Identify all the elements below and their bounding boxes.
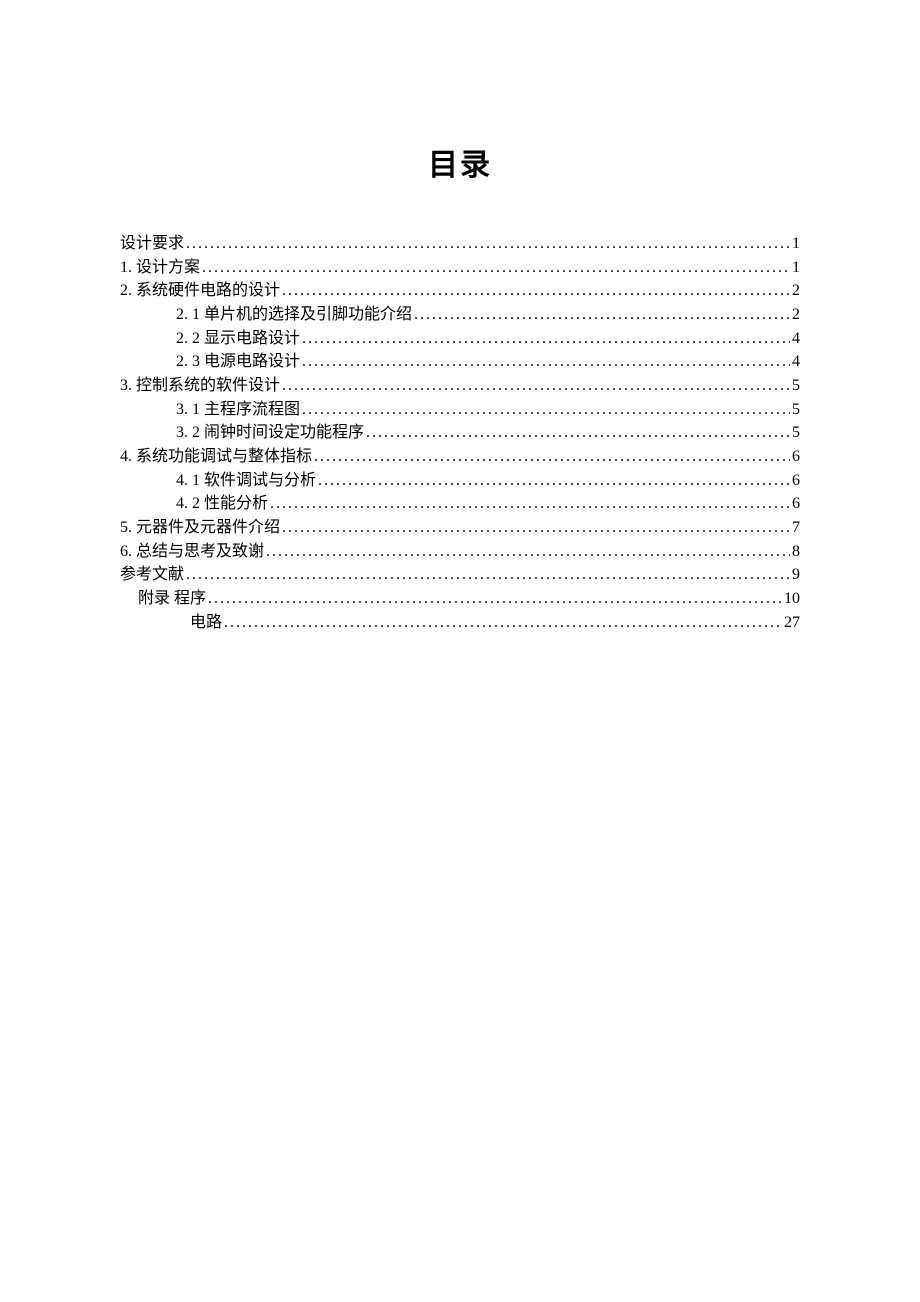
toc-entry: 2. 3 电源电路设计 4 <box>120 350 800 374</box>
toc-entry-label: 2. 2 显示电路设计 <box>176 327 300 351</box>
toc-entry-page: 8 <box>792 540 800 564</box>
toc-entry-label: 电路 <box>190 611 222 635</box>
toc-entry-page: 5 <box>792 398 800 422</box>
toc-leader-dots <box>266 540 790 564</box>
toc-entry-page: 5 <box>792 374 800 398</box>
toc-leader-dots <box>208 587 782 611</box>
toc-leader-dots <box>270 492 790 516</box>
toc-entry-label: 3. 2 闹钟时间设定功能程序 <box>176 421 364 445</box>
toc-entry: 4. 2 性能分析 6 <box>120 492 800 516</box>
toc-entry-page: 7 <box>792 516 800 540</box>
toc-entry: 3. 2 闹钟时间设定功能程序 5 <box>120 421 800 445</box>
toc-leader-dots <box>302 398 790 422</box>
toc-entry-page: 27 <box>784 611 800 635</box>
page-container: 目录 设计要求 11. 设计方案 12. 系统硬件电路的设计 22. 1 单片机… <box>0 0 920 634</box>
toc-entry-page: 1 <box>792 256 800 280</box>
toc-entry-page: 4 <box>792 350 800 374</box>
toc-entry-label: 3. 控制系统的软件设计 <box>120 374 280 398</box>
toc-entry-label: 2. 系统硬件电路的设计 <box>120 279 280 303</box>
toc-list: 设计要求 11. 设计方案 12. 系统硬件电路的设计 22. 1 单片机的选择… <box>120 232 800 634</box>
toc-entry-page: 2 <box>792 279 800 303</box>
toc-entry-label: 4. 1 软件调试与分析 <box>176 469 316 493</box>
toc-entry-label: 设计要求 <box>120 232 184 256</box>
toc-entry-label: 1. 设计方案 <box>120 256 200 280</box>
toc-leader-dots <box>302 350 790 374</box>
toc-leader-dots <box>202 256 790 280</box>
toc-entry: 参考文献 9 <box>120 563 800 587</box>
toc-entry: 2. 2 显示电路设计 4 <box>120 327 800 351</box>
toc-title: 目录 <box>120 140 800 184</box>
toc-entry-label: 6. 总结与思考及致谢 <box>120 540 264 564</box>
toc-entry: 4. 系统功能调试与整体指标 6 <box>120 445 800 469</box>
toc-leader-dots <box>366 421 790 445</box>
toc-leader-dots <box>302 327 790 351</box>
toc-entry-page: 10 <box>784 587 800 611</box>
toc-leader-dots <box>314 445 790 469</box>
toc-entry-label: 附录 程序 <box>138 587 206 611</box>
toc-leader-dots <box>282 516 790 540</box>
toc-entry-label: 5. 元器件及元器件介绍 <box>120 516 280 540</box>
toc-entry: 设计要求 1 <box>120 232 800 256</box>
toc-leader-dots <box>186 232 790 256</box>
toc-entry-page: 9 <box>792 563 800 587</box>
toc-entry: 附录 程序 10 <box>120 587 800 611</box>
toc-entry: 3. 控制系统的软件设计 5 <box>120 374 800 398</box>
toc-entry-label: 3. 1 主程序流程图 <box>176 398 300 422</box>
toc-entry: 2. 1 单片机的选择及引脚功能介绍 2 <box>120 303 800 327</box>
toc-entry-label: 4. 系统功能调试与整体指标 <box>120 445 312 469</box>
toc-entry: 电路 27 <box>120 611 800 635</box>
toc-leader-dots <box>318 469 790 493</box>
toc-entry-page: 5 <box>792 421 800 445</box>
toc-entry-page: 6 <box>792 445 800 469</box>
toc-entry-label: 2. 1 单片机的选择及引脚功能介绍 <box>176 303 412 327</box>
toc-entry: 1. 设计方案 1 <box>120 256 800 280</box>
toc-leader-dots <box>282 279 790 303</box>
toc-entry: 3. 1 主程序流程图 5 <box>120 398 800 422</box>
toc-entry-page: 1 <box>792 232 800 256</box>
toc-entry-page: 6 <box>792 492 800 516</box>
toc-leader-dots <box>186 563 790 587</box>
toc-entry-page: 4 <box>792 327 800 351</box>
toc-entry-label: 4. 2 性能分析 <box>176 492 268 516</box>
toc-entry: 2. 系统硬件电路的设计 2 <box>120 279 800 303</box>
toc-entry-label: 参考文献 <box>120 563 184 587</box>
toc-leader-dots <box>282 374 790 398</box>
toc-entry: 5. 元器件及元器件介绍 7 <box>120 516 800 540</box>
toc-leader-dots <box>414 303 790 327</box>
toc-entry-label: 2. 3 电源电路设计 <box>176 350 300 374</box>
toc-leader-dots <box>224 611 782 635</box>
toc-entry: 6. 总结与思考及致谢 8 <box>120 540 800 564</box>
toc-entry-page: 6 <box>792 469 800 493</box>
toc-entry: 4. 1 软件调试与分析 6 <box>120 469 800 493</box>
toc-entry-page: 2 <box>792 303 800 327</box>
